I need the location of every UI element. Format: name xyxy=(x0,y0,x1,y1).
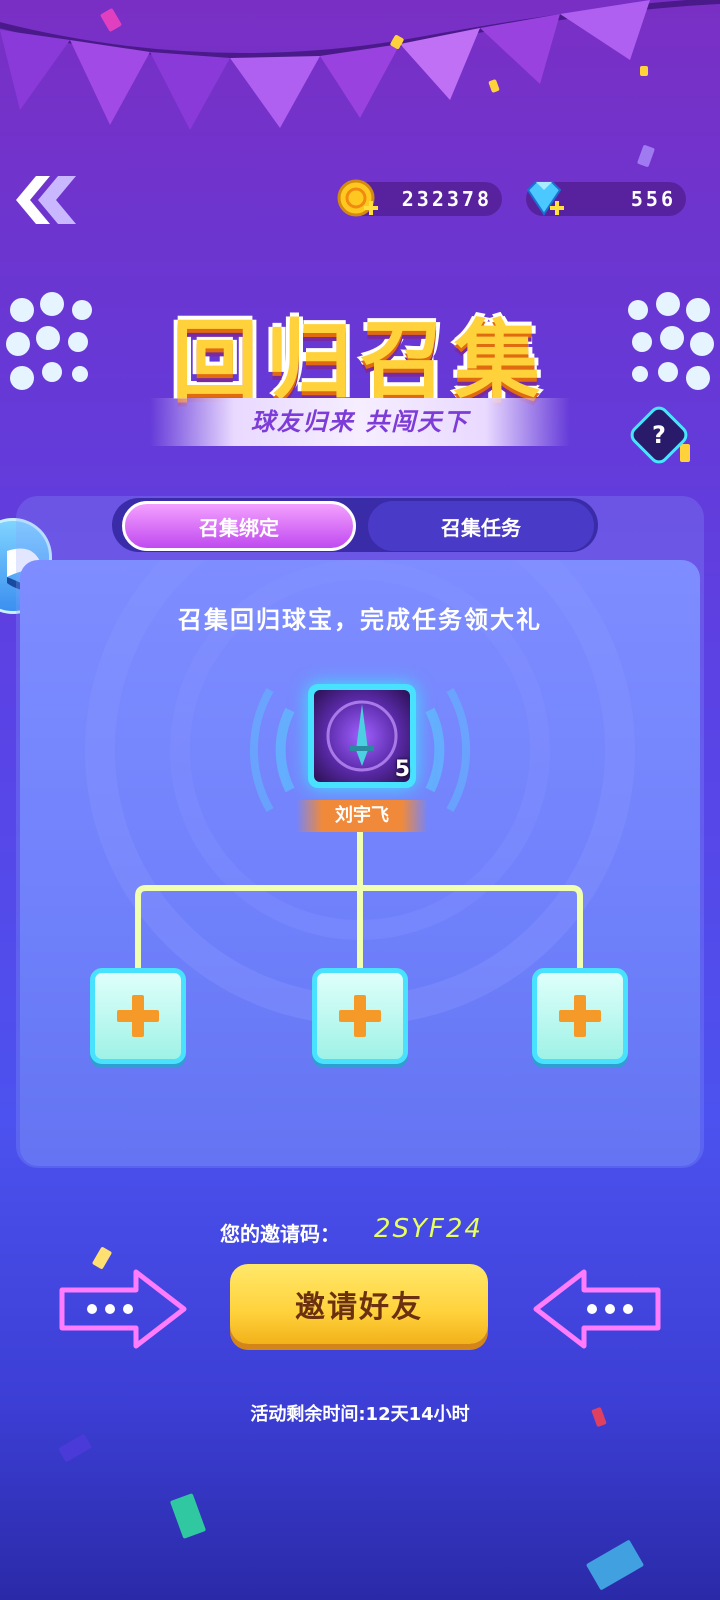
orange-plus-icon xyxy=(339,995,381,1037)
orange-plus-icon xyxy=(559,995,601,1037)
neon-arrow-left-icon xyxy=(533,1269,661,1349)
invite-slot-2[interactable] xyxy=(312,968,408,1064)
invite-code-label: 您的邀请码： xyxy=(220,1222,340,1246)
event-remaining-time: 活动剩余时间:12天14小时 xyxy=(250,1404,470,1425)
invite-code-value[interactable]: 2SYF24 xyxy=(374,1214,483,1244)
player-level: 5 xyxy=(394,757,410,782)
invite-slot-1[interactable] xyxy=(90,968,186,1064)
player-avatar-card[interactable]: 5 xyxy=(308,684,416,788)
neon-arrow-right-icon xyxy=(59,1269,187,1349)
invite-friend-button[interactable]: 邀请好友 xyxy=(230,1264,488,1344)
player-name: 刘宇飞 xyxy=(296,800,428,832)
orange-plus-icon xyxy=(117,995,159,1037)
invite-slot-3[interactable] xyxy=(532,968,628,1064)
